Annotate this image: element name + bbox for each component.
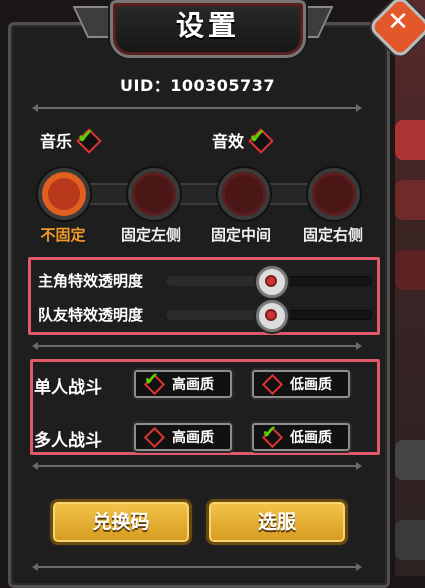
multi-battle-label: 多人战斗 [34, 431, 102, 451]
option-label: 低画质 [290, 377, 332, 393]
sound-toggle[interactable]: 音效 ✔ [212, 124, 274, 154]
teammate-effect-opacity-label: 队友特效透明度 [38, 306, 144, 324]
background-side-menu [395, 0, 425, 576]
close-icon[interactable]: ✕ [384, 8, 412, 36]
divider [32, 342, 362, 350]
divider [32, 462, 362, 470]
position-node-middle[interactable] [218, 168, 270, 220]
teammate-effect-opacity-thumb[interactable] [256, 300, 288, 332]
music-check-icon[interactable]: ✔ [76, 124, 102, 154]
sound-check-icon[interactable]: ✔ [248, 124, 274, 154]
teammate-effect-opacity-fill [166, 310, 269, 320]
option-label: 低画质 [290, 430, 332, 446]
sound-label: 音效 [212, 132, 245, 151]
position-label-middle[interactable]: 固定中间 [196, 224, 286, 245]
music-label: 音乐 [40, 132, 73, 151]
position-node-unfixed[interactable] [38, 168, 90, 220]
position-node-left[interactable] [128, 168, 180, 220]
redeem-code-button[interactable]: 兑换码 [50, 499, 192, 545]
side-menu-tab [395, 180, 425, 220]
position-label-unfixed[interactable]: 不固定 [18, 224, 108, 245]
option-label: 高画质 [172, 430, 214, 446]
position-label-left[interactable]: 固定左侧 [106, 224, 196, 245]
checked-icon: ✔ [143, 369, 166, 396]
page-title: 设置 [175, 9, 240, 42]
checked-icon: ✔ [261, 422, 284, 449]
position-node-right[interactable] [308, 168, 360, 220]
position-track [60, 183, 332, 205]
unchecked-icon [143, 426, 166, 449]
hero-effect-opacity-fill [166, 276, 269, 286]
side-menu-tab [395, 120, 425, 160]
hero-effect-opacity-label: 主角特效透明度 [38, 272, 144, 290]
select-server-button[interactable]: 选服 [206, 499, 348, 545]
multi-high-quality-button[interactable]: 高画质 [134, 423, 232, 451]
divider [32, 563, 362, 571]
music-toggle[interactable]: 音乐 ✔ [40, 124, 102, 154]
position-label-right[interactable]: 固定右侧 [288, 224, 378, 245]
divider [32, 104, 362, 112]
side-menu-tab [395, 520, 425, 560]
single-high-quality-button[interactable]: ✔ 高画质 [134, 369, 232, 398]
side-menu-tab [395, 250, 425, 290]
unchecked-icon [261, 373, 284, 396]
single-low-quality-button[interactable]: 低画质 [252, 370, 350, 398]
single-battle-label: 单人战斗 [34, 378, 102, 398]
hero-effect-opacity-thumb[interactable] [256, 266, 288, 298]
option-label: 高画质 [172, 377, 214, 393]
multi-low-quality-button[interactable]: ✔ 低画质 [252, 422, 350, 451]
uid-text: UID：100305737 [120, 76, 275, 95]
side-menu-tab [395, 440, 425, 480]
